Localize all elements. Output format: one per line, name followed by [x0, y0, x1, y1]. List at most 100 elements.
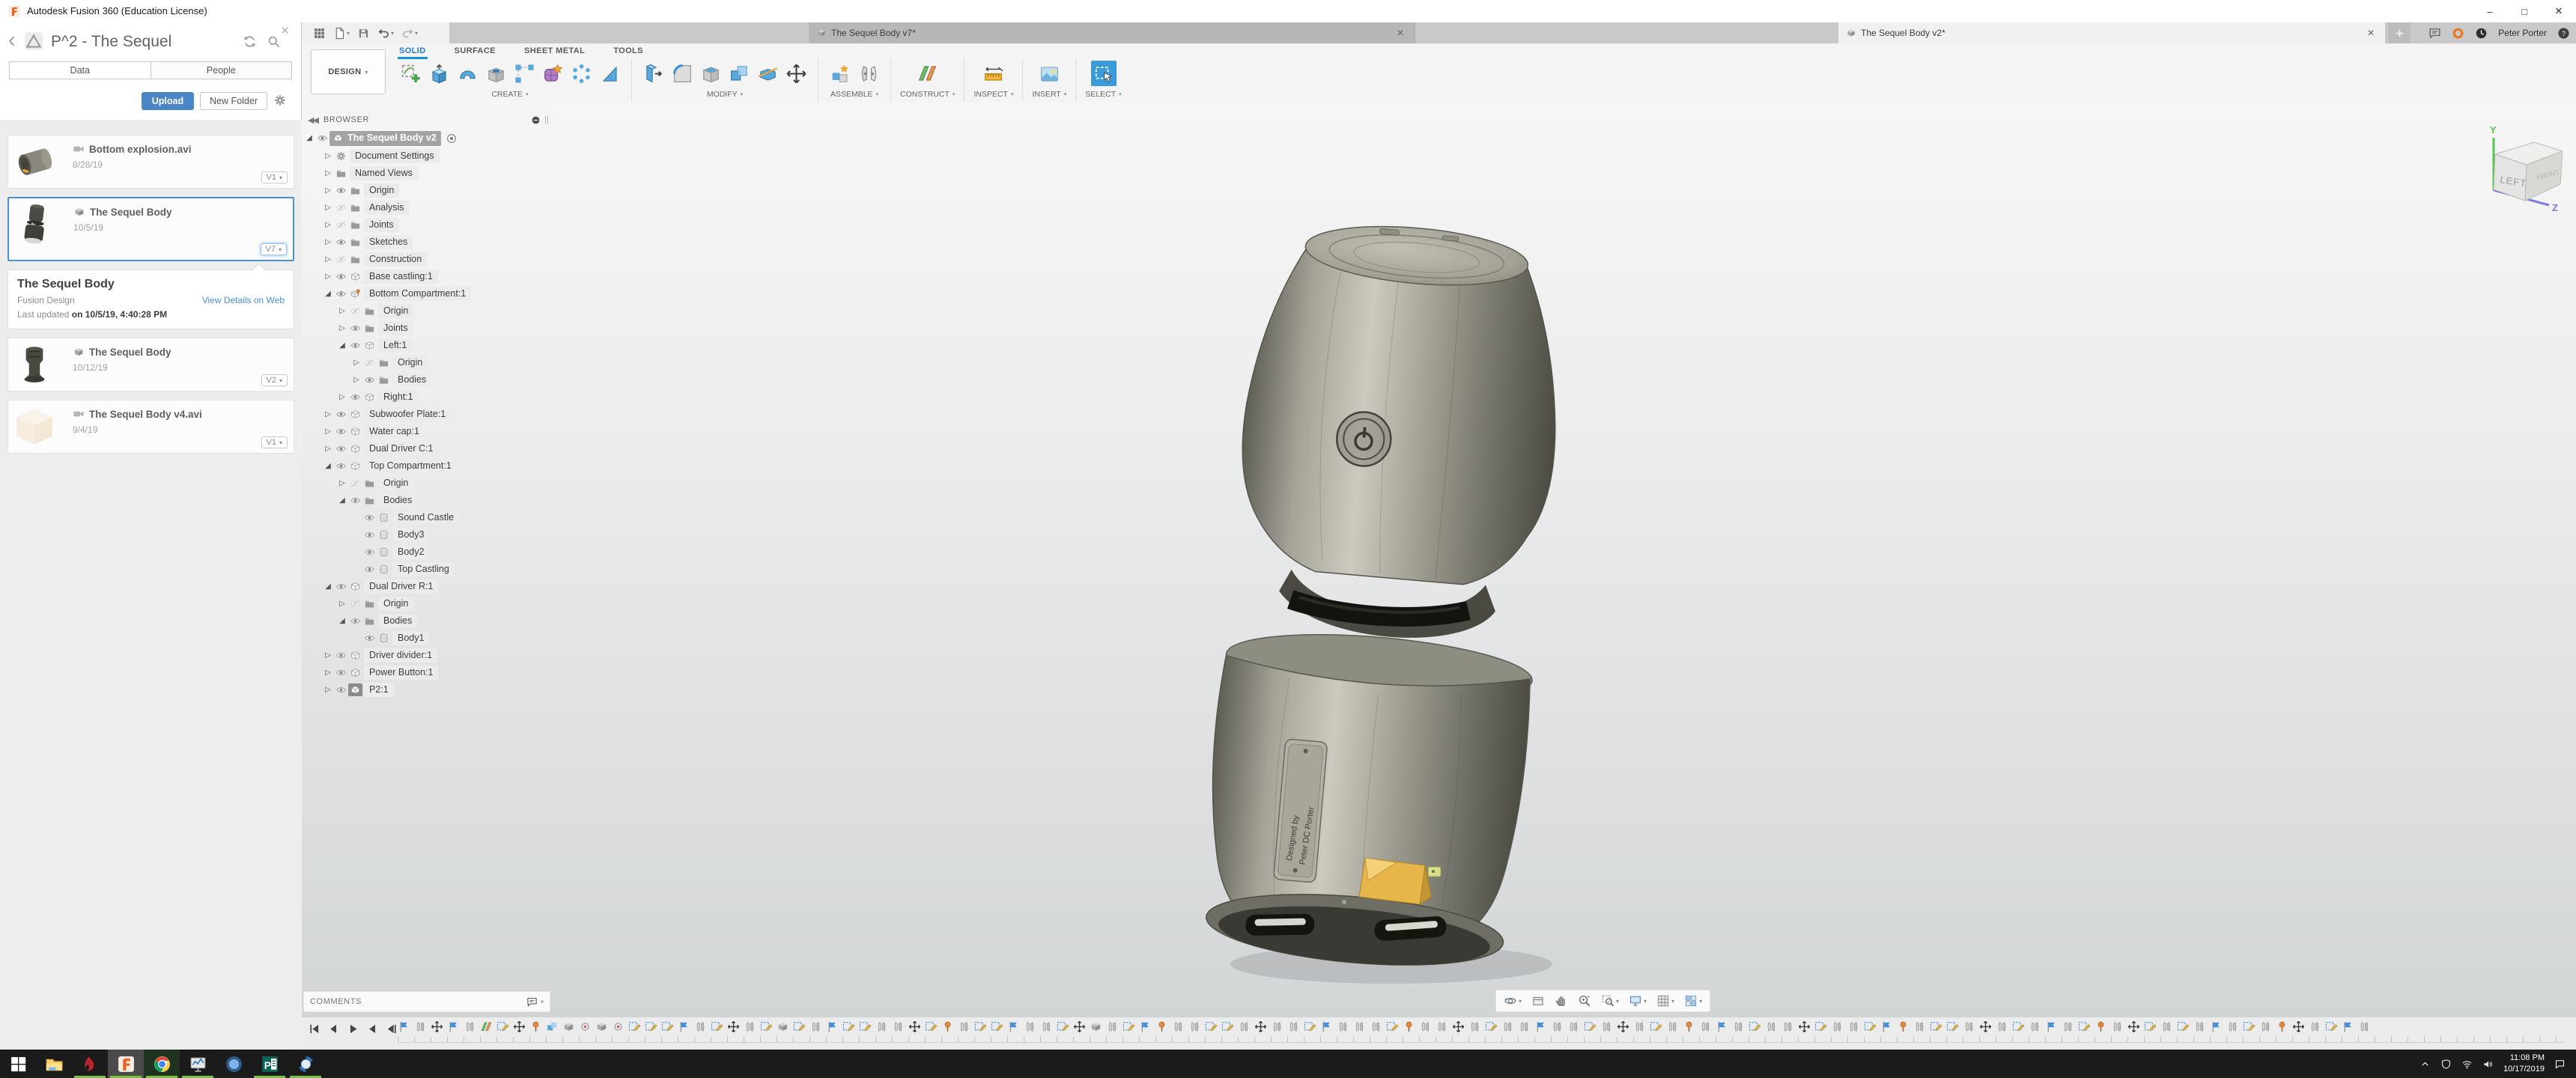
timeline-feature-move-105[interactable]	[2127, 1020, 2140, 1033]
timeline-feature-sketch-98[interactable]	[2012, 1020, 2025, 1033]
browser-node-dual-driver-c-1[interactable]: ▷Dual Driver C:1	[303, 440, 553, 457]
expand-arrow[interactable]: ▷	[322, 221, 334, 229]
tray-shield-icon[interactable]	[2440, 1059, 2452, 1070]
insertimg-icon[interactable]	[1036, 61, 1062, 86]
timeline-feature-move-96[interactable]	[1979, 1020, 1992, 1033]
expand-arrow[interactable]: ◢	[336, 341, 348, 350]
newcomp-icon[interactable]	[827, 61, 853, 86]
timeline-feature-joint-29[interactable]	[875, 1020, 888, 1033]
timeline-feature-sketch-40[interactable]	[1057, 1020, 1069, 1033]
timeline-feature-joint-99[interactable]	[2029, 1020, 2041, 1033]
tray-speaker-icon[interactable]	[2482, 1059, 2494, 1070]
timeline-feature-joint-18[interactable]	[694, 1020, 707, 1033]
timeline-feature-sketch-55[interactable]	[1304, 1020, 1316, 1033]
gear-icon[interactable]	[273, 94, 288, 109]
timeline-feature-joint-77[interactable]	[1666, 1020, 1679, 1033]
timeline-feature-joint-43[interactable]	[1106, 1020, 1119, 1033]
tray-chevron-up-icon[interactable]	[2419, 1059, 2431, 1070]
timeline-feature-joint-92[interactable]	[1913, 1020, 1926, 1033]
timeline-feature-joint-97[interactable]	[1996, 1020, 2008, 1033]
timeline-feature-joint-109[interactable]	[2193, 1020, 2206, 1033]
taskbar-sync-app-icon[interactable]	[288, 1050, 323, 1078]
browser-node-sketches[interactable]: ▷Sketches	[303, 234, 553, 251]
eye-visible-icon[interactable]	[334, 580, 348, 593]
browser-node-left-1[interactable]: ◢Left:1	[303, 337, 553, 354]
orbit-tool-icon[interactable]: ▾	[1504, 994, 1522, 1008]
timeline-feature-sketch-86[interactable]	[1814, 1020, 1827, 1033]
browser-node-bodies[interactable]: ◢Bodies	[303, 612, 553, 630]
sketch-create-icon[interactable]	[398, 61, 423, 86]
taskbar-chrome-icon[interactable]	[144, 1050, 180, 1078]
expand-arrow[interactable]: ▷	[336, 479, 348, 487]
data-panel-close-icon[interactable]	[280, 25, 294, 39]
timeline-feature-joint-104[interactable]	[2111, 1020, 2124, 1033]
timeline-feature-sketch-6[interactable]	[496, 1020, 509, 1033]
tab-close-icon[interactable]: ✕	[1394, 28, 1407, 38]
version-badge[interactable]: V1▾	[261, 436, 288, 448]
timeline-feature-joint-21[interactable]	[744, 1020, 756, 1033]
timeline-feature-body-23[interactable]	[777, 1020, 789, 1033]
close-button[interactable]: ✕	[2542, 0, 2576, 22]
expand-arrow[interactable]: ▷	[336, 600, 348, 608]
expand-arrow[interactable]: ▷	[322, 651, 334, 660]
browser-node-dual-driver-r-1[interactable]: ◢Dual Driver R:1	[303, 578, 553, 595]
eye-visible-icon[interactable]	[362, 632, 377, 645]
timeline-feature-flag-100[interactable]	[2045, 1020, 2058, 1033]
gridset-tool-icon[interactable]: ▾	[1656, 994, 1674, 1008]
presspull-icon[interactable]	[641, 61, 666, 86]
browser-node-bodies[interactable]: ◢Bodies	[303, 492, 553, 509]
browser-node-power-button-1[interactable]: ▷Power Button:1	[303, 664, 553, 681]
expand-arrow[interactable]: ◢	[336, 496, 348, 505]
maximize-button[interactable]: □	[2507, 0, 2542, 22]
timeline-feature-flag-3[interactable]	[447, 1020, 460, 1033]
timeline-feature-joint-58[interactable]	[1353, 1020, 1366, 1033]
timeline-feature-joint-119[interactable]	[2358, 1020, 2371, 1033]
timeline-feature-sketch-28[interactable]	[859, 1020, 872, 1033]
expand-arrow[interactable]: ▷	[322, 169, 334, 177]
timeline-skip-start-button[interactable]	[308, 1023, 321, 1035]
panel-grip[interactable]: ||	[544, 115, 549, 124]
timeline-feature-plane-5[interactable]	[480, 1020, 493, 1033]
tab-data[interactable]: Data	[9, 61, 151, 79]
expand-arrow[interactable]: ▷	[336, 393, 348, 401]
browser-node-construction[interactable]: ▷Construction	[303, 251, 553, 268]
shell-icon[interactable]	[698, 61, 723, 86]
ribbon-tab-sheet-metal[interactable]: SHEET METAL	[523, 45, 586, 58]
timeline-feature-sketch-14[interactable]	[628, 1020, 641, 1033]
timeline-feature-joint-47[interactable]	[1172, 1020, 1185, 1033]
action-center-icon[interactable]	[2554, 1059, 2566, 1070]
timeline-feature-joint-53[interactable]	[1271, 1020, 1284, 1033]
timeline-feature-joint-1[interactable]	[414, 1020, 427, 1033]
browser-node-body2[interactable]: Body2	[303, 543, 553, 561]
pattern-icon[interactable]	[511, 61, 537, 86]
timeline-feature-joint-68[interactable]	[1518, 1020, 1531, 1033]
expand-arrow[interactable]: ◢	[303, 134, 315, 142]
version-badge[interactable]: V7▾	[261, 243, 287, 255]
timeline-skip-end-button[interactable]	[386, 1023, 398, 1035]
timeline-feature-joint-59[interactable]	[1370, 1020, 1382, 1033]
file-button[interactable]: ▾	[331, 25, 352, 41]
eye-visible-icon[interactable]	[334, 442, 348, 455]
timeline-feature-pin-61[interactable]	[1403, 1020, 1415, 1033]
timeline-feature-sketch-93[interactable]	[1930, 1020, 1942, 1033]
project-hub-icon[interactable]	[24, 31, 43, 51]
eye-hidden-icon[interactable]	[334, 219, 348, 231]
timeline-feature-move-7[interactable]	[513, 1020, 526, 1033]
timeline-feature-pin-78[interactable]	[1683, 1020, 1695, 1033]
expand-arrow[interactable]: ▷	[350, 359, 362, 367]
taskbar-start-icon[interactable]	[0, 1050, 36, 1078]
eye-visible-icon[interactable]	[334, 649, 348, 662]
job-status-icon[interactable]	[2475, 27, 2488, 40]
zoom-tool-icon[interactable]	[1578, 994, 1591, 1008]
expand-arrow[interactable]: ▷	[322, 427, 334, 436]
pan-tool-icon[interactable]	[1555, 994, 1568, 1008]
timeline-feature-flag-90[interactable]	[1880, 1020, 1893, 1033]
view-cube[interactable]: Y Z LEFT FRONT	[2465, 115, 2563, 213]
timeline-feature-joint-57[interactable]	[1337, 1020, 1349, 1033]
timeline-feature-joint-54[interactable]	[1287, 1020, 1300, 1033]
timeline-feature-joint-67[interactable]	[1501, 1020, 1514, 1033]
timeline-feature-sketch-16[interactable]	[661, 1020, 674, 1033]
eye-visible-icon[interactable]	[362, 529, 377, 541]
expand-arrow[interactable]: ▷	[322, 238, 334, 246]
timeline-feature-jorigin-13[interactable]	[612, 1020, 625, 1033]
